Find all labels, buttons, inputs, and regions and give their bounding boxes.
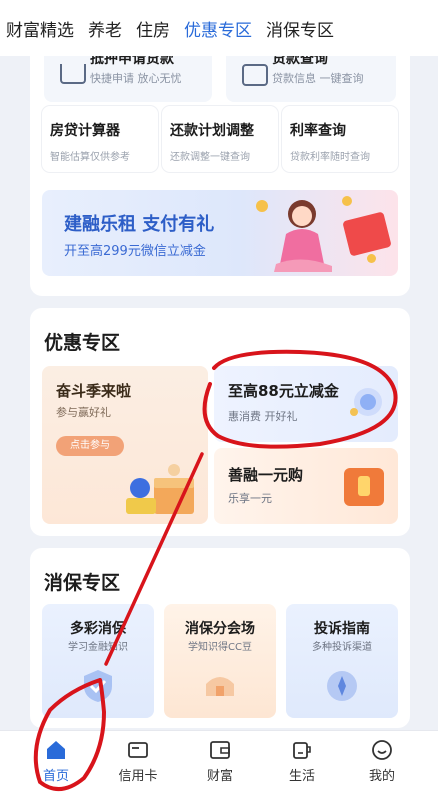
discount-88-sub: 惠消费 开好礼 [228, 410, 298, 423]
scan-icon [60, 64, 86, 84]
coin-icon [256, 200, 268, 212]
smile-icon [372, 740, 392, 760]
nav-home[interactable]: 首页 [26, 739, 86, 784]
mortgage-calculator[interactable]: 房贷计算器 智能估算仅供参考 [42, 106, 158, 172]
banner-headline: 建融乐租 支付有礼 [64, 214, 215, 235]
mortgage-calculator-title: 房贷计算器 [50, 123, 120, 139]
nav-home-label: 首页 [42, 769, 69, 784]
credit-card-icon [128, 742, 148, 758]
cup-icon [293, 742, 311, 759]
complaint-guide-sub: 多种投诉渠道 [312, 642, 372, 653]
nav-credit-card-label: 信用卡 [118, 769, 158, 784]
red-envelope-icon [342, 211, 392, 257]
protection-venue-sub: 学知识得CC豆 [188, 642, 252, 653]
colorful-protection-sub: 学习金融知识 [68, 642, 128, 653]
loan-query-sub: 贷款信息 一键查询 [272, 72, 364, 85]
top-tab-bar: 财富精选 养老 住房 优惠专区 消保专区 [0, 0, 438, 56]
home-icon [47, 741, 65, 759]
nav-credit-card[interactable]: 信用卡 [108, 739, 168, 784]
one-yuan-buy-title: 善融一元购 [228, 466, 304, 484]
protection-venue-entry[interactable]: 消保分会场 学知识得CC豆 [164, 604, 276, 718]
struggle-season-promo[interactable]: 奋斗季来啦 参与赢好礼 点击参与 [42, 366, 208, 524]
gift-box-illustration [126, 464, 194, 514]
wallet-icon [210, 741, 230, 759]
struggle-season-title: 奋斗季来啦 [56, 382, 132, 400]
compass-icon [327, 671, 357, 701]
join-button[interactable]: 点击参与 [56, 436, 124, 456]
nav-life[interactable]: 生活 [272, 739, 332, 784]
banner-sub: 开至高299元微信立减金 [64, 244, 206, 259]
nav-mine-label: 我的 [368, 769, 395, 784]
bottom-nav-bar: 首页 信用卡 财富 生活 我的 [0, 730, 438, 801]
colorful-protection-entry[interactable]: 多彩消保 学习金融知识 [42, 604, 154, 718]
one-yuan-buy-sub: 乐享一元 [228, 492, 272, 505]
tab-wealth[interactable]: 财富精选 [6, 16, 74, 41]
cartoon-girl-illustration [274, 200, 332, 272]
complaint-guide-entry[interactable]: 投诉指南 多种投诉渠道 [286, 604, 398, 718]
tab-housing[interactable]: 住房 [136, 16, 170, 41]
coupon-icon [350, 388, 382, 416]
stamp-icon [242, 64, 268, 86]
mortgage-apply-entry[interactable]: 抵押申请贷款 快捷申请 放心无忧 [44, 56, 212, 102]
colorful-protection-title: 多彩消保 [70, 621, 126, 637]
promotions-card: 优惠专区 奋斗季来啦 参与赢好礼 点击参与 至高88元立减金 惠消费 开好礼 善… [30, 308, 410, 536]
discount-88-title: 至高88元立减金 [228, 382, 339, 400]
mortgage-calculator-sub: 智能估算仅供参考 [50, 152, 130, 163]
housing-card: 抵押申请贷款 快捷申请 放心无忧 贷款查询 贷款信息 一键查询 房贷计算器 智能… [30, 56, 410, 296]
gift-box-icon [344, 468, 384, 506]
shield-icon [84, 670, 112, 702]
nav-wealth-label: 财富 [206, 769, 233, 784]
mortgage-apply-sub: 快捷申请 放心无忧 [90, 72, 182, 85]
consumer-protection-card: 消保专区 多彩消保 学习金融知识 消保分会场 学知识得CC豆 投诉指南 多种投诉… [30, 548, 410, 728]
nav-life-label: 生活 [288, 769, 315, 784]
one-yuan-buy-promo[interactable]: 善融一元购 乐享一元 [214, 448, 398, 524]
tab-pension[interactable]: 养老 [88, 16, 122, 41]
loan-query-title: 贷款查询 [272, 56, 328, 67]
loan-query-entry[interactable]: 贷款查询 贷款信息 一键查询 [226, 56, 396, 102]
repayment-adjust-title: 还款计划调整 [170, 123, 254, 139]
mortgage-apply-title: 抵押申请贷款 [90, 56, 174, 67]
discount-88-promo[interactable]: 至高88元立减金 惠消费 开好礼 [214, 366, 398, 442]
rate-query[interactable]: 利率查询 贷款利率随时查询 [282, 106, 398, 172]
complaint-guide-title: 投诉指南 [314, 621, 370, 637]
coin-icon [342, 196, 352, 206]
protection-venue-title: 消保分会场 [185, 621, 255, 637]
rate-query-title: 利率查询 [290, 123, 346, 139]
tab-consumer-protection[interactable]: 消保专区 [266, 16, 334, 41]
rent-promo-banner[interactable]: 建融乐租 支付有礼 开至高299元微信立减金 [42, 190, 398, 276]
rate-query-sub: 贷款利率随时查询 [290, 152, 370, 163]
nav-wealth[interactable]: 财富 [190, 739, 250, 784]
struggle-season-sub: 参与赢好礼 [56, 406, 111, 419]
tab-promotions[interactable]: 优惠专区 [184, 16, 252, 41]
nav-mine[interactable]: 我的 [352, 739, 412, 784]
promotions-title: 优惠专区 [44, 332, 121, 354]
repayment-adjust-sub: 还款调整一键查询 [170, 152, 250, 163]
consumer-protection-title: 消保专区 [44, 572, 121, 594]
coin-icon [367, 254, 376, 263]
venue-icon [206, 677, 234, 696]
repayment-adjust[interactable]: 还款计划调整 还款调整一键查询 [162, 106, 278, 172]
